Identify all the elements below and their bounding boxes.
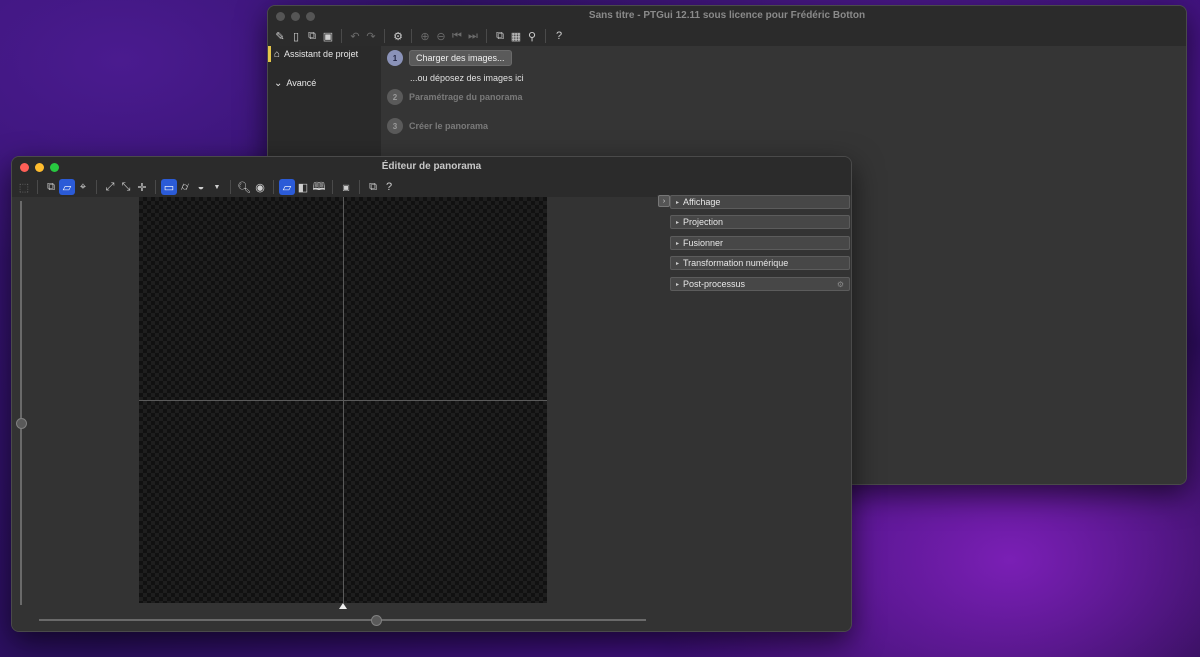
toolbar-separator bbox=[37, 180, 38, 194]
step-1: 1 Charger des images... bbox=[387, 50, 512, 66]
toolbar-separator bbox=[155, 180, 156, 194]
images-icon[interactable]: ⧉ bbox=[43, 179, 59, 195]
step-2: 2 Paramétrage du panorama bbox=[387, 89, 523, 105]
center-icon[interactable]: ✛ bbox=[134, 179, 150, 195]
sidebar-item-advanced[interactable]: ⌄ Avancé bbox=[268, 75, 381, 91]
gear-icon[interactable]: ⚙ bbox=[837, 280, 844, 289]
toolbar-separator bbox=[341, 29, 342, 43]
section-fusionner[interactable]: ▸ Fusionner bbox=[670, 236, 850, 250]
layers-icon[interactable]: ⧉ bbox=[365, 179, 381, 195]
disclosure-triangle-icon: ▸ bbox=[676, 240, 680, 247]
location-pin-icon[interactable]: ⚲ bbox=[524, 28, 540, 44]
3d-icon[interactable]: ▣ bbox=[338, 179, 354, 195]
toolbar-separator bbox=[359, 180, 360, 194]
step-number: 2 bbox=[387, 89, 403, 105]
vertical-fov-slider-track[interactable] bbox=[20, 201, 22, 605]
half-view-icon[interactable]: ◧ bbox=[295, 179, 311, 195]
horizontal-center-guide bbox=[139, 400, 547, 401]
magnifier-icon[interactable]: 🔍︎ bbox=[236, 179, 252, 195]
toolbar-separator bbox=[545, 29, 546, 43]
horizontal-fov-slider-track[interactable] bbox=[39, 619, 646, 621]
toolbar-separator bbox=[273, 180, 274, 194]
center-marker-icon bbox=[339, 603, 347, 609]
sidebar-item-label: Assistant de projet bbox=[284, 49, 359, 59]
previous-icon[interactable]: ⏮ bbox=[449, 28, 465, 44]
sidebar-item-label: Avancé bbox=[286, 78, 317, 88]
fit-icon[interactable]: ⤢ bbox=[102, 179, 118, 195]
zoom-in-icon[interactable]: ⊕ bbox=[417, 28, 433, 44]
load-images-button[interactable]: Charger des images... bbox=[409, 50, 512, 66]
settings-panel: › ▸ Affichage ▸ Projection ▸ Fusionner ▸… bbox=[657, 195, 851, 631]
cylinder-icon[interactable]: ⌭ bbox=[177, 179, 193, 195]
section-label: Fusionner bbox=[683, 238, 724, 248]
select-icon[interactable]: ⬚ bbox=[16, 179, 32, 195]
next-icon[interactable]: ⏭ bbox=[465, 28, 481, 44]
panorama-editor-icon[interactable]: ⧉ bbox=[492, 28, 508, 44]
shrink-icon[interactable]: ⤡ bbox=[118, 179, 134, 195]
toolbar-separator bbox=[411, 29, 412, 43]
book-icon[interactable]: 🕮︎ bbox=[311, 179, 327, 195]
view-mode-icon[interactable]: ▱ bbox=[279, 179, 295, 195]
sphere-icon[interactable]: ◒ bbox=[193, 179, 209, 195]
zoom-out-icon[interactable]: ⊖ bbox=[433, 28, 449, 44]
crosshair-icon[interactable]: ⌖ bbox=[75, 179, 91, 195]
disclosure-triangle-icon: ▸ bbox=[676, 281, 680, 288]
step-number: 3 bbox=[387, 118, 403, 134]
disclosure-triangle-icon: ▸ bbox=[676, 219, 680, 226]
panorama-preview[interactable] bbox=[139, 197, 547, 603]
eye-icon[interactable]: ◉ bbox=[252, 179, 268, 195]
editor-toolbar: ⬚ ⧉ ▱ ⌖ ⤢ ⤡ ✛ ▭ ⌭ ◒ ▼ 🔍︎ ◉ ▱ ◧ 🕮︎ ▣ ⧉ ? bbox=[12, 177, 851, 197]
toolbar-separator bbox=[486, 29, 487, 43]
toolbar-separator bbox=[96, 180, 97, 194]
home-icon: ⌂ bbox=[274, 48, 281, 60]
panorama-canvas-area[interactable] bbox=[12, 197, 657, 631]
redo-icon[interactable]: ↷ bbox=[363, 28, 379, 44]
step-label: Créer le panorama bbox=[409, 121, 489, 131]
edit-panorama-icon[interactable]: ▱ bbox=[59, 179, 75, 195]
drop-hint: ...ou déposez des images ici bbox=[410, 73, 524, 83]
help-icon[interactable]: ? bbox=[381, 179, 397, 195]
new-project-icon[interactable]: ✎ bbox=[272, 28, 288, 44]
section-post-processus[interactable]: ▸ Post-processus ⚙ bbox=[670, 277, 850, 291]
toolbar-separator bbox=[230, 180, 231, 194]
rectilinear-icon[interactable]: ▭ bbox=[161, 179, 177, 195]
section-label: Affichage bbox=[683, 197, 721, 207]
disclosure-triangle-icon: ▸ bbox=[676, 260, 680, 267]
main-titlebar: Sans titre - PTGui 12.11 sous licence po… bbox=[268, 6, 1186, 26]
vertical-fov-slider-knob[interactable] bbox=[16, 418, 27, 429]
section-affichage[interactable]: ▸ Affichage bbox=[670, 195, 850, 209]
settings-icon[interactable]: ⚙ bbox=[390, 28, 406, 44]
horizontal-fov-slider-knob[interactable] bbox=[371, 615, 382, 626]
open-icon[interactable]: ▯ bbox=[288, 28, 304, 44]
help-icon[interactable]: ? bbox=[551, 28, 567, 44]
main-toolbar: ✎ ▯ ⧉ ▣ ↶ ↷ ⚙ ⊕ ⊖ ⏮ ⏭ ⧉ ▦ ⚲ ? bbox=[268, 26, 1186, 46]
window-title: Éditeur de panorama bbox=[381, 161, 482, 172]
window-title: Sans titre - PTGui 12.11 sous licence po… bbox=[588, 10, 866, 21]
copy-icon[interactable]: ⧉ bbox=[304, 28, 320, 44]
save-icon[interactable]: ▣ bbox=[320, 28, 336, 44]
toolbar-separator bbox=[332, 180, 333, 194]
section-label: Transformation numérique bbox=[683, 258, 789, 268]
sidebar-item-assistant[interactable]: ⌂ Assistant de projet bbox=[268, 46, 381, 62]
step-label: Paramétrage du panorama bbox=[409, 92, 523, 102]
toolbar-separator bbox=[384, 29, 385, 43]
panorama-editor-window: Éditeur de panorama ⬚ ⧉ ▱ ⌖ ⤢ ⤡ ✛ ▭ ⌭ ◒ … bbox=[11, 156, 852, 632]
editor-titlebar: Éditeur de panorama bbox=[12, 157, 851, 177]
collapse-panel-icon[interactable]: › bbox=[658, 195, 670, 207]
undo-icon[interactable]: ↶ bbox=[347, 28, 363, 44]
section-label: Projection bbox=[683, 217, 724, 227]
section-transformation[interactable]: ▸ Transformation numérique bbox=[670, 256, 850, 270]
step-3: 3 Créer le panorama bbox=[387, 118, 488, 134]
table-icon[interactable]: ▦ bbox=[508, 28, 524, 44]
step-number: 1 bbox=[387, 50, 403, 66]
dropdown-arrow-icon[interactable]: ▼ bbox=[209, 179, 225, 195]
section-label: Post-processus bbox=[683, 279, 746, 289]
disclosure-triangle-icon: ▸ bbox=[676, 199, 680, 206]
section-projection[interactable]: ▸ Projection bbox=[670, 215, 850, 229]
chevron-down-circle-icon: ⌄ bbox=[274, 77, 283, 89]
